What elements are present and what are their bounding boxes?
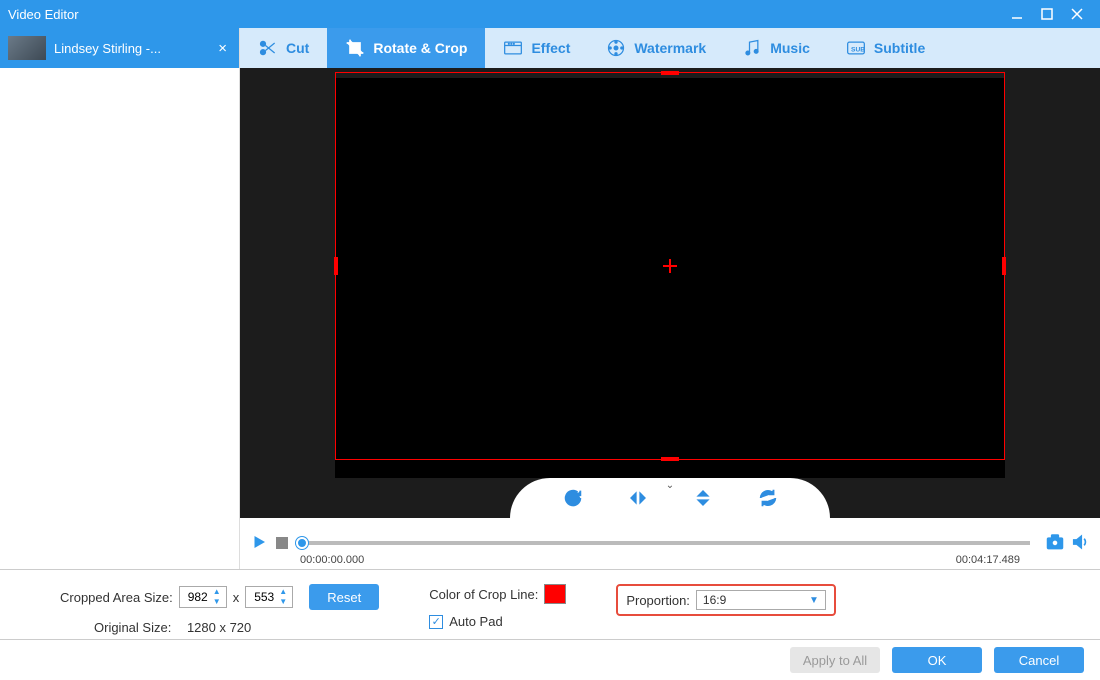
tab-watermark[interactable]: Watermark <box>588 28 724 68</box>
crop-rectangle[interactable] <box>335 72 1005 460</box>
crop-width-input[interactable]: ▲▼ <box>179 586 227 608</box>
preview-stage: ⌄ <box>240 68 1100 518</box>
reset-button[interactable]: Reset <box>309 584 379 610</box>
tab-rotate-crop[interactable]: Rotate & Crop <box>327 28 485 68</box>
file-remove-icon[interactable]: × <box>214 40 231 57</box>
file-sidebar: Lindsey Stirling -... × <box>0 28 240 569</box>
snapshot-button[interactable] <box>1044 531 1066 556</box>
refresh-button[interactable] <box>754 484 782 512</box>
play-button[interactable] <box>250 533 268 554</box>
tab-label: Subtitle <box>874 40 925 56</box>
minimize-button[interactable] <box>1002 0 1032 28</box>
tab-subtitle[interactable]: SUB Subtitle <box>828 28 943 68</box>
tab-label: Effect <box>531 40 570 56</box>
maximize-button[interactable] <box>1032 0 1062 28</box>
auto-pad-label: Auto Pad <box>449 614 503 629</box>
proportion-label: Proportion: <box>626 593 690 608</box>
tab-label: Rotate & Crop <box>373 40 467 56</box>
volume-button[interactable] <box>1070 532 1090 555</box>
crop-height-input[interactable]: ▲▼ <box>245 586 293 608</box>
crop-color-swatch[interactable] <box>544 584 566 604</box>
music-icon <box>742 38 762 58</box>
subtitle-icon: SUB <box>846 38 866 58</box>
timeline-slider[interactable] <box>302 541 1030 545</box>
crop-handle-west[interactable] <box>334 257 338 275</box>
file-thumbnail <box>8 36 46 60</box>
tool-tabs: Cut Rotate & Crop Effect Watermark Music… <box>240 28 1100 68</box>
scissors-icon <box>258 38 278 58</box>
chevron-down-icon[interactable]: ⌄ <box>666 480 674 491</box>
crop-handle-east[interactable] <box>1002 257 1006 275</box>
watermark-icon <box>606 38 626 58</box>
window-title: Video Editor <box>8 7 1002 22</box>
cancel-button[interactable]: Cancel <box>994 647 1084 673</box>
flip-vertical-button[interactable] <box>689 484 717 512</box>
tab-label: Watermark <box>634 40 706 56</box>
rotate-toolbar: ⌄ <box>510 478 830 518</box>
ok-button[interactable]: OK <box>892 647 982 673</box>
file-list-item[interactable]: Lindsey Stirling -... × <box>0 28 239 68</box>
original-size-value: 1280 x 720 <box>187 620 251 635</box>
effect-icon <box>503 38 523 58</box>
auto-pad-checkbox[interactable]: ✓ <box>429 615 443 629</box>
spinner-up-icon[interactable]: ▲ <box>276 587 290 597</box>
timeline-knob[interactable] <box>296 537 308 549</box>
crop-height-value[interactable] <box>246 589 276 605</box>
flip-horizontal-button[interactable] <box>624 484 652 512</box>
tab-label: Music <box>770 40 810 56</box>
spinner-up-icon[interactable]: ▲ <box>210 587 224 597</box>
time-labels: 00:00:00.000 00:04:17.489 <box>300 554 1020 566</box>
tab-effect[interactable]: Effect <box>485 28 588 68</box>
crop-settings: Cropped Area Size: ▲▼ x ▲▼ Reset Origina… <box>0 569 1100 639</box>
spinner-down-icon[interactable]: ▼ <box>276 597 290 607</box>
tab-music[interactable]: Music <box>724 28 828 68</box>
current-time: 00:00:00.000 <box>300 554 364 566</box>
crop-area-label: Cropped Area Size: <box>60 590 173 605</box>
dimension-separator: x <box>233 590 240 605</box>
tab-cut[interactable]: Cut <box>240 28 327 68</box>
crop-width-value[interactable] <box>180 589 210 605</box>
rotate-cw-button[interactable] <box>559 484 587 512</box>
proportion-value: 16:9 <box>703 593 726 607</box>
crop-icon <box>345 38 365 58</box>
crop-handle-north[interactable] <box>661 71 679 75</box>
svg-text:SUB: SUB <box>851 46 865 53</box>
stop-button[interactable] <box>276 537 288 549</box>
proportion-group: Proportion: 16:9 ▼ <box>616 584 836 616</box>
crop-color-label: Color of Crop Line: <box>429 587 538 602</box>
close-button[interactable] <box>1062 0 1092 28</box>
original-size-label: Original Size: <box>94 620 171 635</box>
tab-label: Cut <box>286 40 309 56</box>
title-bar: Video Editor <box>0 0 1100 28</box>
crop-handle-south[interactable] <box>661 457 679 461</box>
crop-center-marker <box>663 265 677 267</box>
spinner-down-icon[interactable]: ▼ <box>210 597 224 607</box>
dialog-footer: Apply to All OK Cancel <box>0 639 1100 680</box>
file-name: Lindsey Stirling -... <box>54 41 214 56</box>
apply-to-all-button[interactable]: Apply to All <box>790 647 880 673</box>
proportion-select[interactable]: 16:9 ▼ <box>696 590 826 610</box>
total-time: 00:04:17.489 <box>956 554 1020 566</box>
chevron-down-icon: ▼ <box>809 595 819 606</box>
playback-bar: 00:00:00.000 00:04:17.489 <box>240 518 1100 568</box>
